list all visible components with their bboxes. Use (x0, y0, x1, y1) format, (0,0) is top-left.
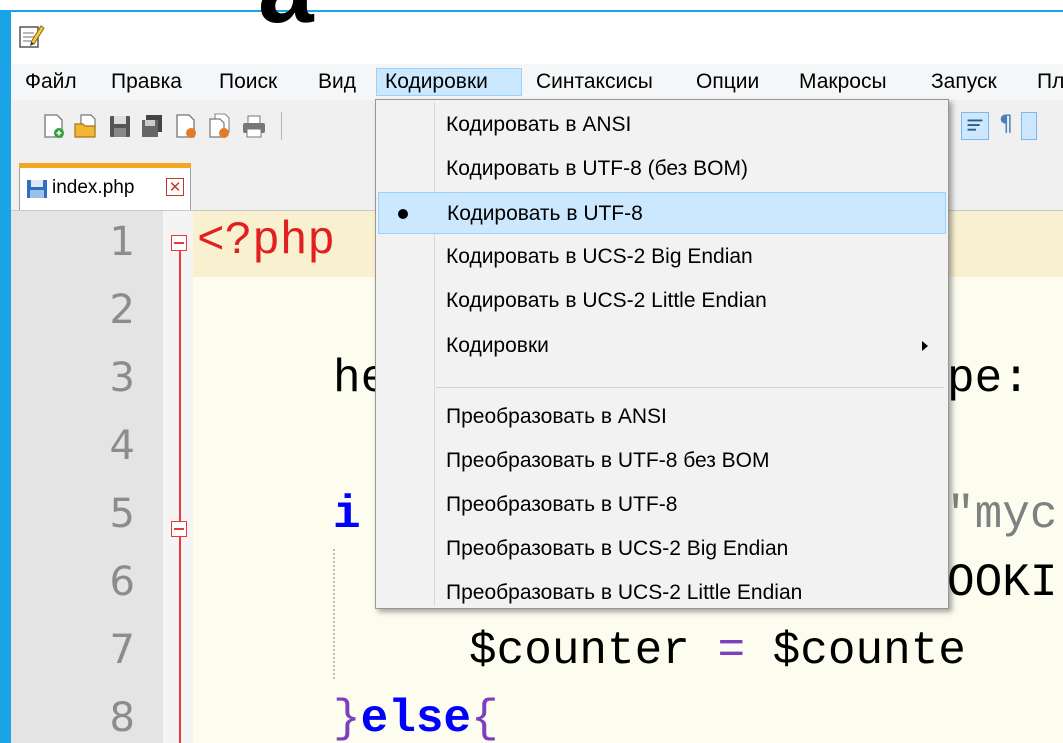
menu-item-encode-ucs2-be[interactable]: Кодировать в UCS-2 Big Endian (378, 236, 946, 278)
fold-margin (163, 211, 193, 743)
line-number: 8 (109, 695, 135, 741)
menu-item-convert-utf8-no-bom[interactable]: Преобразовать в UTF-8 без BOM (378, 440, 946, 482)
code-brace: } (333, 693, 361, 743)
tab-label: index.php (52, 177, 135, 198)
print-icon[interactable] (241, 112, 267, 140)
line-number: 4 (109, 423, 135, 469)
app-window: Файл Правка Поиск Вид Кодировки Синтакси… (11, 12, 1063, 743)
menu-item-convert-utf8[interactable]: Преобразовать в UTF-8 (378, 484, 946, 526)
tab-active-accent (19, 163, 191, 168)
new-file-icon[interactable] (41, 112, 67, 140)
code-operator: = (689, 625, 773, 677)
code-line-7: $counter = $counte (469, 625, 966, 677)
menu-item-encode-ansi[interactable]: Кодировать в ANSI (378, 104, 946, 146)
save-state-icon (27, 180, 47, 198)
word-wrap-icon[interactable] (961, 112, 989, 140)
code-fragment: pe: (947, 353, 1030, 405)
fold-toggle-icon[interactable] (171, 235, 187, 251)
toolbar-separator (281, 112, 282, 140)
code-string: "myc (947, 489, 1058, 541)
code-php-open-tag: <?php (197, 215, 336, 267)
line-number: 3 (109, 355, 135, 401)
code-line-8: }else{ (333, 693, 499, 743)
selected-bullet-icon (398, 209, 408, 219)
submenu-arrow-icon (922, 341, 928, 351)
tab-close-icon[interactable]: ✕ (166, 178, 184, 196)
menu-file[interactable]: Файл (17, 68, 85, 96)
code-variable: $counte (772, 625, 966, 677)
indent-guide (333, 549, 335, 679)
menu-item-encode-utf8-no-bom[interactable]: Кодировать в UTF-8 (без BOM) (378, 148, 946, 190)
line-number: 5 (109, 491, 135, 537)
line-number: 2 (109, 287, 135, 333)
menu-separator (436, 387, 944, 388)
menu-encoding[interactable]: Кодировки (376, 68, 522, 96)
menu-item-convert-ucs2-le[interactable]: Преобразовать в UCS-2 Little Endian (378, 572, 946, 614)
indent-guide-toggle-icon[interactable] (1021, 112, 1037, 140)
code-keyword: else (360, 693, 472, 743)
menu-item-encode-ucs2-le[interactable]: Кодировать в UCS-2 Little Endian (378, 280, 946, 322)
window-frame: Файл Правка Поиск Вид Кодировки Синтакси… (0, 10, 1063, 743)
fold-toggle-icon[interactable] (171, 521, 187, 537)
close-file-icon[interactable] (173, 112, 199, 140)
line-number: 6 (109, 559, 135, 605)
close-all-icon[interactable] (207, 112, 233, 140)
line-number: 7 (109, 627, 135, 673)
fold-line (179, 237, 181, 743)
code-variable: $counter (469, 625, 690, 677)
save-icon[interactable] (107, 112, 133, 140)
menu-edit[interactable]: Правка (103, 68, 190, 96)
menu-options[interactable]: Опции (688, 68, 767, 96)
menu-item-convert-ucs2-be[interactable]: Преобразовать в UCS-2 Big Endian (378, 528, 946, 570)
menu-item-encode-utf8[interactable]: Кодировать в UTF-8 (378, 192, 946, 234)
save-all-icon[interactable] (139, 112, 165, 140)
menu-item-convert-ansi[interactable]: Преобразовать в ANSI (378, 396, 946, 438)
code-fragment: OOKI (947, 557, 1058, 609)
menu-macros[interactable]: Макросы (791, 68, 895, 96)
code-keyword: i (333, 489, 361, 541)
notepad-app-icon (19, 25, 45, 48)
encoding-dropdown-menu: Кодировать в ANSI Кодировать в UTF-8 (бе… (375, 99, 949, 609)
menu-syntax[interactable]: Синтаксисы (528, 68, 661, 96)
line-number: 1 (109, 219, 135, 265)
title-bar (11, 12, 1063, 64)
menu-item-encodings-submenu[interactable]: Кодировки (378, 325, 946, 367)
menu-view[interactable]: Вид (310, 68, 364, 96)
code-brace: { (471, 693, 499, 743)
menu-search[interactable]: Поиск (211, 68, 285, 96)
open-file-icon[interactable] (73, 112, 99, 140)
menu-run[interactable]: Запуск (923, 68, 1005, 96)
menu-plugins[interactable]: Пл (1029, 68, 1063, 96)
tab-index-php[interactable]: index.php ✕ (19, 163, 191, 210)
slide-letter-overlay: a (258, 0, 314, 38)
menu-bar: Файл Правка Поиск Вид Кодировки Синтакси… (11, 64, 1063, 101)
pilcrow-icon[interactable]: ¶ (993, 112, 1019, 140)
